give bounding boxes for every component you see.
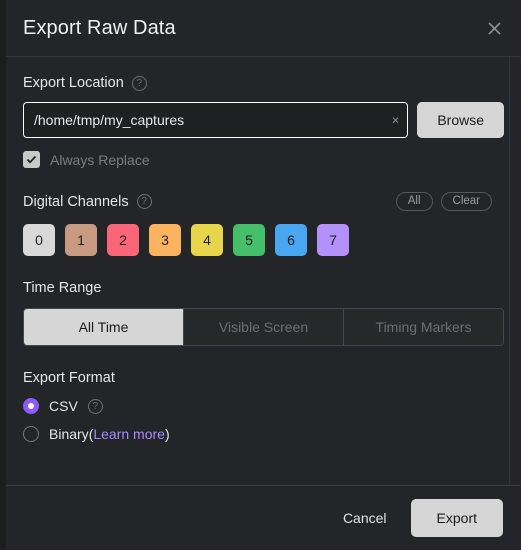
export-raw-data-dialog: Export Raw Data Export Location ? /home/… <box>6 0 521 550</box>
export-format-section: Export Format CSV ? Binary(Learn more) <box>23 370 504 442</box>
select-all-channels-button[interactable]: All <box>395 192 433 211</box>
scroll-track-divider <box>509 57 510 485</box>
time-range-option-timing-markers[interactable]: Timing Markers <box>344 309 503 345</box>
digital-channel-list: 01234567 <box>23 224 504 256</box>
csv-label: CSV <box>49 398 78 414</box>
csv-radio[interactable] <box>23 398 39 414</box>
always-replace-row[interactable]: Always Replace <box>23 151 504 168</box>
always-replace-checkbox[interactable] <box>23 151 40 168</box>
export-button[interactable]: Export <box>410 499 503 537</box>
export-format-binary-row[interactable]: Binary(Learn more) <box>23 426 504 442</box>
digital-channel-7[interactable]: 7 <box>317 224 349 256</box>
binary-label-group: Binary(Learn more) <box>49 426 170 442</box>
csv-help-icon[interactable]: ? <box>87 398 103 414</box>
digital-channel-3[interactable]: 3 <box>149 224 181 256</box>
time-range-option-all-time[interactable]: All Time <box>24 309 184 345</box>
time-range-section: Time Range All Time Visible Screen Timing … <box>23 280 504 346</box>
time-range-segmented-control: All Time Visible Screen Timing Markers <box>23 308 504 346</box>
digital-channels-title-row: Digital Channels ? <box>23 194 152 210</box>
digital-channels-header: Digital Channels ? All Clear <box>23 192 504 211</box>
clear-path-icon[interactable]: × <box>392 114 400 127</box>
dialog-footer: Cancel Export <box>6 486 521 550</box>
export-location-header: Export Location ? <box>23 75 504 91</box>
checkmark-icon <box>26 155 37 164</box>
export-location-label: Export Location <box>23 75 124 91</box>
digital-channel-5[interactable]: 5 <box>233 224 265 256</box>
export-format-header: Export Format <box>23 370 504 386</box>
channel-select-buttons: All Clear <box>395 192 492 211</box>
time-range-header: Time Range <box>23 280 504 296</box>
csv-radio-dot <box>28 403 34 409</box>
dialog-content-scroll-area[interactable]: Export Location ? × Browse <box>6 57 521 486</box>
cancel-button[interactable]: Cancel <box>337 502 393 534</box>
time-range-label: Time Range <box>23 280 102 296</box>
export-path-input[interactable] <box>24 103 408 137</box>
dialog-content: Export Location ? × Browse <box>6 57 521 442</box>
digital-channel-6[interactable]: 6 <box>275 224 307 256</box>
digital-channel-1[interactable]: 1 <box>65 224 97 256</box>
binary-radio[interactable] <box>23 426 39 442</box>
binary-label: Binary <box>49 426 89 442</box>
export-location-help-icon[interactable]: ? <box>131 75 147 91</box>
digital-channel-0[interactable]: 0 <box>23 224 55 256</box>
digital-channel-2[interactable]: 2 <box>107 224 139 256</box>
export-format-csv-row[interactable]: CSV ? <box>23 398 504 414</box>
digital-channels-section: Digital Channels ? All Clear 01234567 <box>23 192 504 256</box>
dialog-title: Export Raw Data <box>23 16 176 39</box>
clear-channels-button[interactable]: Clear <box>440 192 492 211</box>
binary-learn-more-link[interactable]: Learn more <box>93 426 165 442</box>
always-replace-label: Always Replace <box>50 151 150 168</box>
close-icon-glyph <box>487 21 501 35</box>
app-root: Export Raw Data Export Location ? /home/… <box>0 0 521 550</box>
binary-link-close-paren: ) <box>164 426 170 442</box>
digital-channel-4[interactable]: 4 <box>191 224 223 256</box>
time-range-option-visible-screen[interactable]: Visible Screen <box>184 309 344 345</box>
close-icon[interactable] <box>480 14 508 42</box>
export-location-row: × Browse <box>23 102 504 138</box>
dialog-titlebar: Export Raw Data <box>6 0 521 57</box>
digital-channels-help-icon[interactable]: ? <box>136 194 152 209</box>
export-format-label: Export Format <box>23 370 115 386</box>
export-path-input-wrapper: × <box>23 102 409 138</box>
browse-button[interactable]: Browse <box>417 102 504 138</box>
digital-channels-label: Digital Channels <box>23 193 129 210</box>
